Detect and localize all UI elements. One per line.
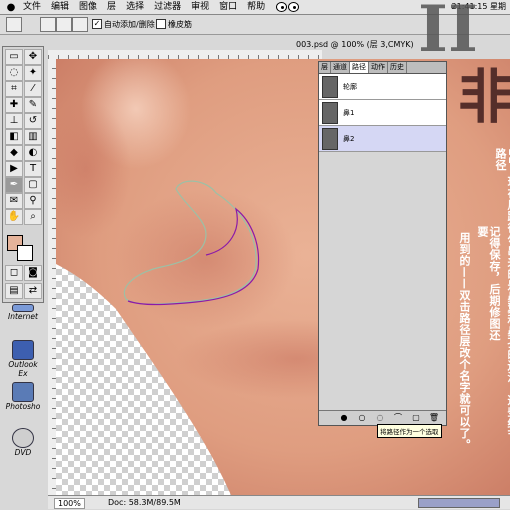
zoom-level-field[interactable]: 100%: [54, 498, 85, 509]
magic-wand-tool-icon[interactable]: ✦: [24, 65, 42, 81]
xeyes-icon: [276, 2, 300, 12]
menu-filter[interactable]: 过滤器: [149, 0, 186, 14]
desktop-icon-outlook[interactable]: Outlook Ex: [4, 340, 42, 378]
menu-layer[interactable]: 层: [102, 0, 121, 14]
marquee-tool-icon[interactable]: ▭: [5, 49, 23, 65]
toolbox: ▭ ✥ ◌ ✦ ⌗ ⁄ ✚ ✎ ⊥ ↺ ◧ ▥ ◆ ◐ ▶ T ✒ ▢ ✉ ⚲ …: [2, 46, 44, 303]
notes-tool-icon[interactable]: ✉: [5, 193, 23, 209]
fill-path-icon[interactable]: ●: [337, 412, 351, 423]
stroke-path-icon[interactable]: ○: [355, 412, 369, 423]
tab-layers[interactable]: 层: [319, 62, 331, 73]
screen-mode-icon[interactable]: ▤: [5, 283, 23, 299]
path-name: 鼻2: [343, 135, 355, 143]
background-color-swatch[interactable]: [17, 245, 33, 261]
internet-label: Internet: [8, 312, 38, 321]
desktop-icon-photoshop[interactable]: Photosho: [4, 382, 42, 411]
path-name: 鼻1: [343, 109, 355, 117]
menu-image[interactable]: 图像: [74, 0, 102, 14]
path-row-outline[interactable]: 轮廓: [319, 74, 446, 100]
brush-tool-icon[interactable]: ✎: [24, 97, 42, 113]
outlook-express-icon: [12, 340, 34, 360]
pen-tool-icon[interactable]: ✒: [5, 177, 23, 193]
healing-brush-icon[interactable]: ✚: [5, 97, 23, 113]
zoom-tool-icon[interactable]: ⌕: [24, 209, 42, 225]
dodge-tool-icon[interactable]: ◐: [24, 145, 42, 161]
path-name: 轮廓: [343, 83, 357, 91]
path-thumbnail: [322, 76, 338, 98]
apple-menu-icon[interactable]: ●: [4, 2, 18, 13]
tab-paths[interactable]: 路径: [350, 62, 369, 73]
path-row-nose2[interactable]: 鼻2: [319, 126, 446, 152]
tooltip: 将路径作为一个选取: [377, 424, 442, 438]
photoshop-label: Photosho: [5, 402, 41, 411]
menu-view[interactable]: 审视: [186, 0, 214, 14]
menu-window[interactable]: 窗口: [214, 0, 242, 14]
hand-tool-icon[interactable]: ✋: [5, 209, 23, 225]
path-thumbnail: [322, 128, 338, 150]
auto-add-delete-label: 自动添加/删除: [104, 20, 155, 29]
desktop-icon-internet[interactable]: Internet: [4, 304, 42, 321]
dvd-label: DVD: [14, 448, 32, 457]
history-brush-icon[interactable]: ↺: [24, 113, 42, 129]
tutorial-title-part2: 非: [458, 63, 510, 131]
paths-mode-icon[interactable]: [56, 17, 72, 32]
shape-tool-icon[interactable]: ▢: [24, 177, 42, 193]
status-bar: 100% Doc: 58.3M/89.5M: [48, 495, 510, 509]
tutorial-title-part1: II: [418, 0, 478, 67]
palette-button-bar: ● ○ ◌ ⌒ ▢ 🗑: [319, 410, 446, 425]
jump-to-imageready-icon[interactable]: ⇄: [24, 283, 42, 299]
rubber-band-checkbox[interactable]: [156, 19, 166, 29]
pen-tool-icon[interactable]: [6, 17, 22, 32]
outlook-label: Outlook Ex: [8, 360, 38, 378]
path-row-nose1[interactable]: 鼻1: [319, 100, 446, 126]
make-work-path-icon[interactable]: ⌒: [391, 412, 405, 423]
fill-pixels-icon[interactable]: [72, 17, 88, 32]
load-path-as-selection-icon[interactable]: ◌: [373, 412, 387, 423]
eyedropper-tool-icon[interactable]: ⚲: [24, 193, 42, 209]
tutorial-text-col3: 用到的——双击路径层改个名字就可以了。: [458, 232, 471, 451]
path-select-icon[interactable]: ▶: [5, 161, 23, 177]
move-tool-icon[interactable]: ✥: [24, 49, 42, 65]
menu-help[interactable]: 帮助: [242, 0, 270, 14]
quickmask-mode-icon[interactable]: ◙: [24, 265, 42, 281]
internet-icon: [12, 304, 34, 312]
auto-add-delete-checkbox[interactable]: ✓: [92, 19, 102, 29]
new-path-icon[interactable]: ▢: [409, 412, 423, 423]
blur-tool-icon[interactable]: ◆: [5, 145, 23, 161]
tab-history[interactable]: 历史: [388, 62, 407, 73]
delete-path-icon[interactable]: 🗑: [427, 412, 441, 423]
shape-layers-icon[interactable]: [40, 17, 56, 32]
paths-palette: 层 通道 路径 动作 历史 轮廓 鼻1 鼻2 ● ○ ◌ ⌒ ▢ 🗑: [318, 61, 447, 426]
standard-mode-icon[interactable]: ◻: [5, 265, 23, 281]
gradient-tool-icon[interactable]: ▥: [24, 129, 42, 145]
slice-tool-icon[interactable]: ⁄: [24, 81, 42, 97]
rubber-band-label: 橡皮筋: [168, 20, 192, 29]
horizontal-scrollbar[interactable]: [418, 498, 500, 508]
clone-stamp-icon[interactable]: ⊥: [5, 113, 23, 129]
lasso-tool-icon[interactable]: ◌: [5, 65, 23, 81]
photoshop-icon: [12, 382, 34, 402]
tutorial-text-col2: 记得保存，后期修图还要: [476, 226, 501, 341]
crop-tool-icon[interactable]: ⌗: [5, 81, 23, 97]
type-tool-icon[interactable]: T: [24, 161, 42, 177]
menu-select[interactable]: 选择: [121, 0, 149, 14]
doc-size-info: Doc: 58.3M/89.5M: [108, 498, 181, 507]
dvd-icon: [12, 428, 34, 448]
palette-tabs: 层 通道 路径 动作 历史: [319, 62, 446, 74]
path-thumbnail: [322, 102, 338, 124]
tab-channels[interactable]: 通道: [331, 62, 350, 73]
tab-actions[interactable]: 动作: [369, 62, 388, 73]
menu-file[interactable]: 文件: [18, 0, 46, 14]
menu-edit[interactable]: 编辑: [46, 0, 74, 14]
eraser-tool-icon[interactable]: ◧: [5, 129, 23, 145]
desktop-icon-dvd[interactable]: DVD: [4, 428, 42, 457]
